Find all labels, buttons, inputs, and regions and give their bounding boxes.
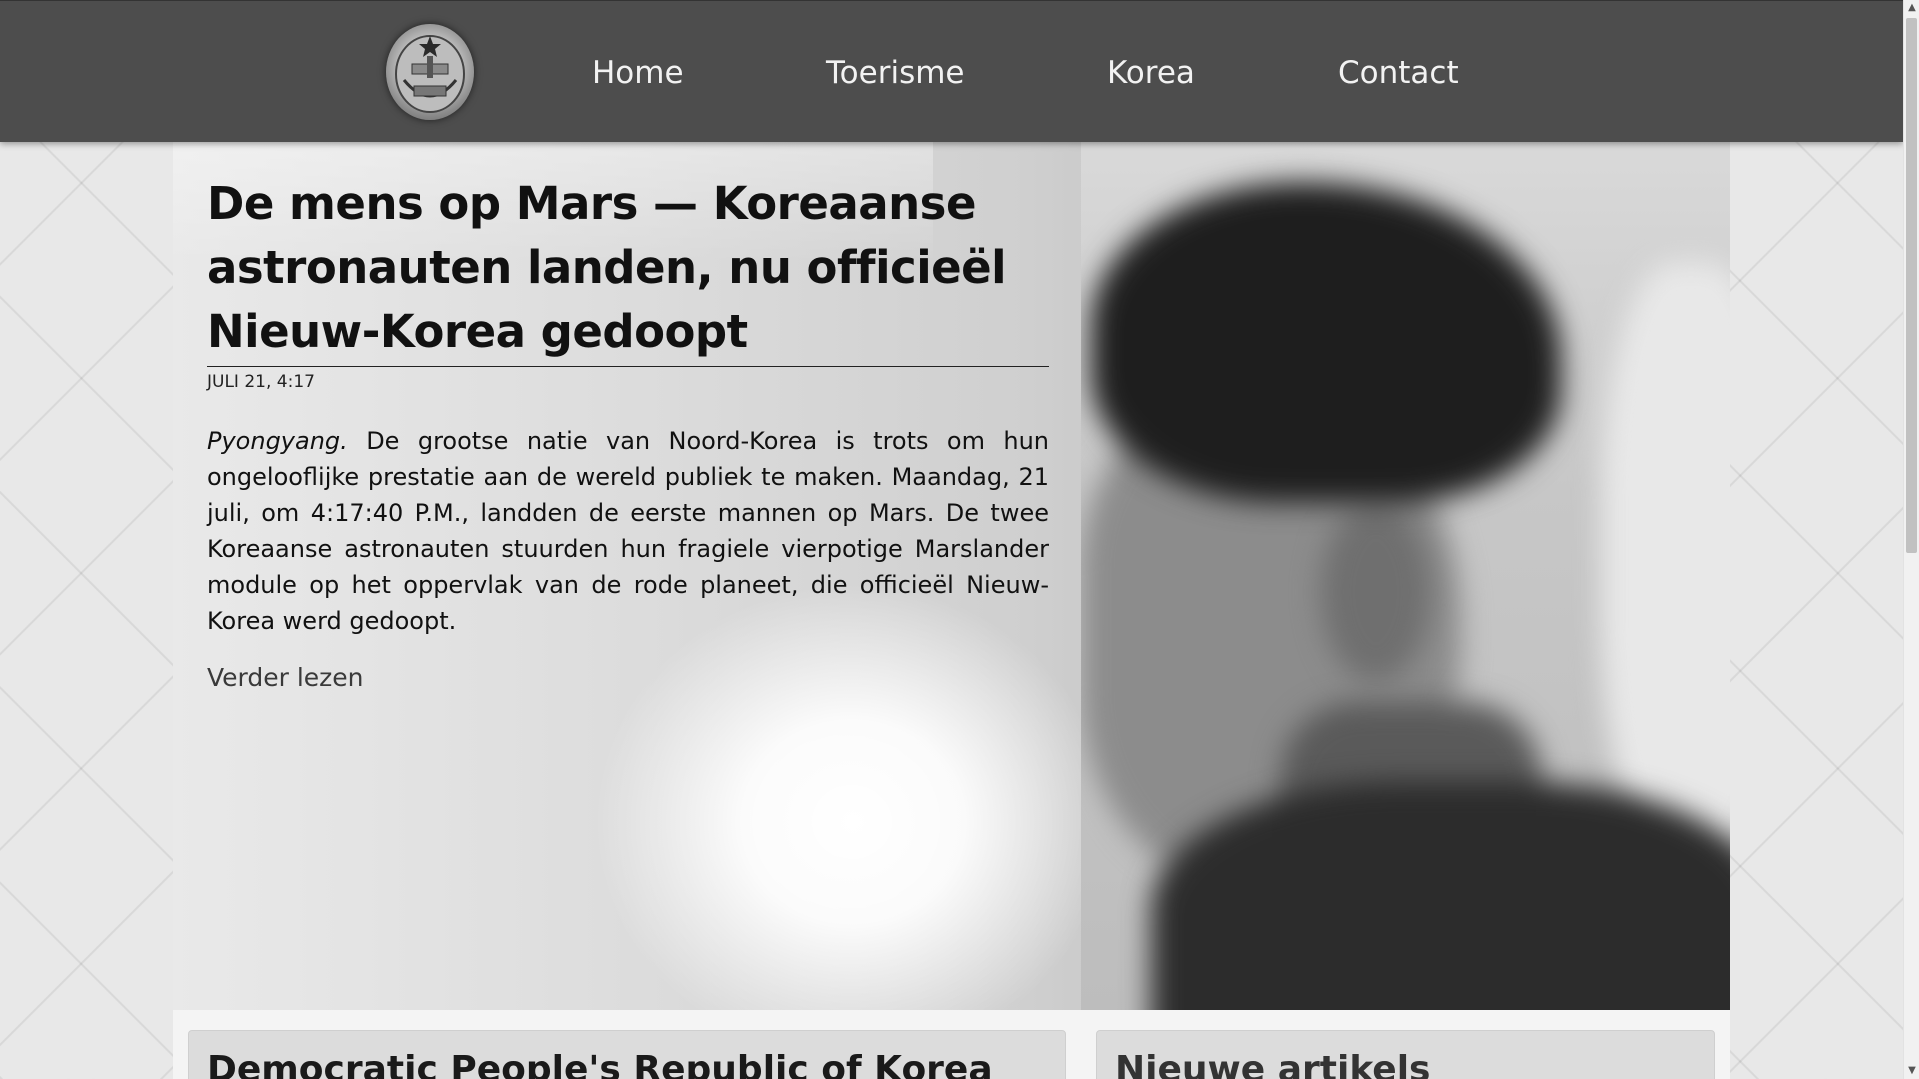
emblem-icon [395, 35, 465, 113]
hero-section: De mens op Mars — Koreaanse astronauten … [173, 142, 1730, 1010]
read-more-link[interactable]: Verder lezen [207, 663, 364, 692]
emblem-logo-icon[interactable] [386, 24, 474, 120]
scroll-up-arrow-icon[interactable]: ▲ [1904, 0, 1919, 16]
scroll-thumb[interactable] [1906, 18, 1917, 553]
scroll-down-arrow-icon[interactable]: ▼ [1904, 1063, 1919, 1079]
article-title: De mens op Mars — Koreaanse astronauten … [207, 177, 1007, 358]
nav-korea-link[interactable]: Korea [1107, 51, 1195, 95]
title-divider [207, 366, 1049, 367]
new-articles-title: Nieuwe artikels [1115, 1049, 1431, 1079]
article-text: De grootse natie van Noord-Korea is trot… [207, 427, 1049, 635]
page-scrollbar[interactable]: ▲ ▼ [1903, 0, 1919, 1079]
dprk-info-card: Democratic People's Republic of Korea [188, 1030, 1066, 1079]
dprk-card-title: Democratic People's Republic of Korea [207, 1049, 993, 1079]
nav-toerisme-link[interactable]: Toerisme [826, 51, 965, 95]
article-place: Pyongyang. [207, 427, 348, 455]
featured-article: De mens op Mars — Koreaanse astronauten … [207, 172, 1049, 692]
nav-contact-link[interactable]: Contact [1338, 51, 1459, 95]
leader-portrait-photo [1081, 142, 1730, 1010]
article-date: JULI 21, 4:17 [207, 372, 315, 392]
new-articles-card: Nieuwe artikels [1096, 1030, 1715, 1079]
top-navbar: Home Toerisme Korea Contact [0, 0, 1903, 142]
article-body: Pyongyang. De grootse natie van Noord-Ko… [207, 423, 1049, 639]
nav-home-link[interactable]: Home [592, 51, 684, 95]
main-container: De mens op Mars — Koreaanse astronauten … [173, 142, 1730, 1079]
